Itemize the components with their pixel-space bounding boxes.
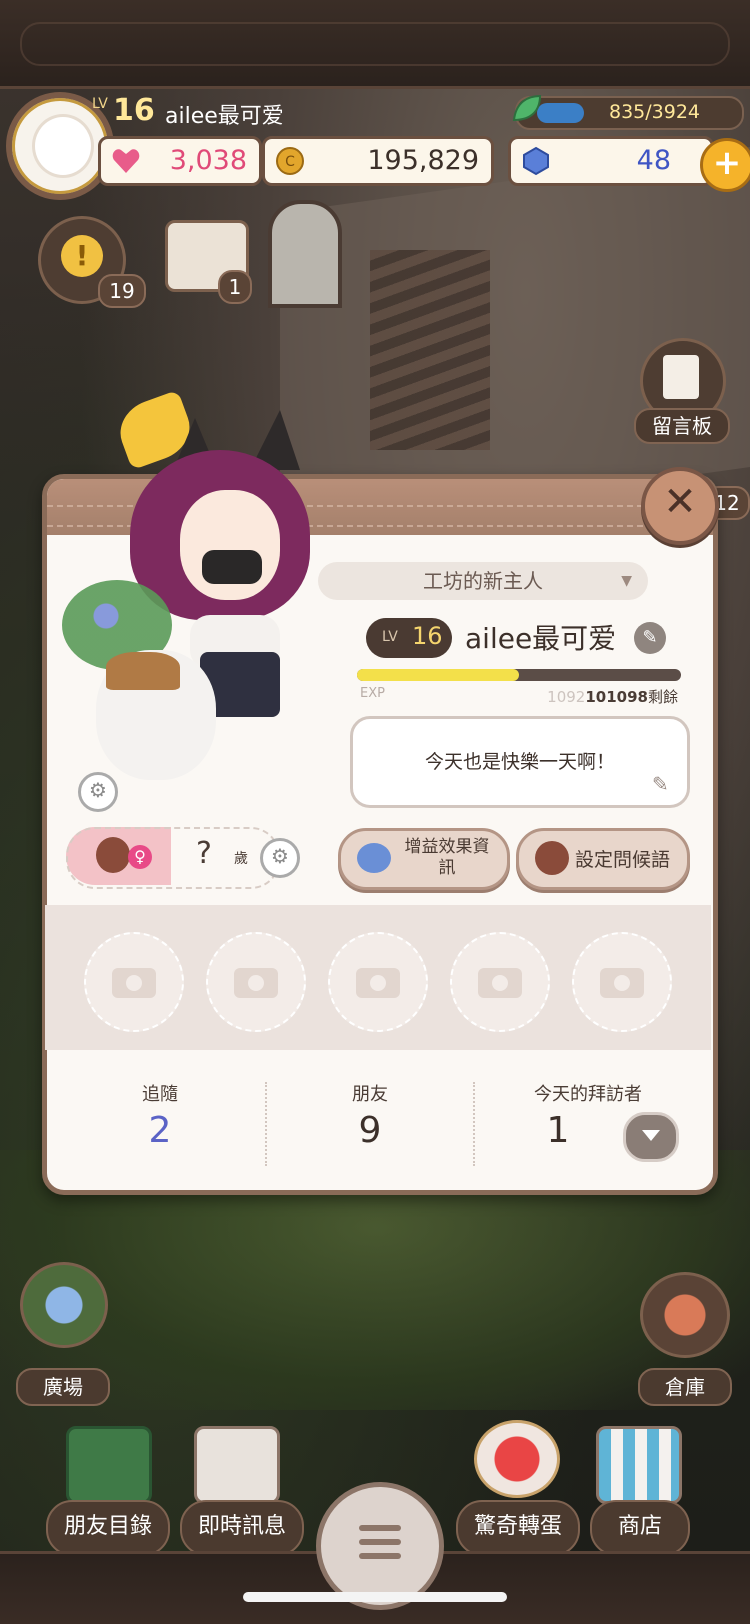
- character-settings-button[interactable]: ⚙: [78, 772, 118, 812]
- close-icon: ✕: [663, 479, 697, 525]
- instant-message-icon: [194, 1426, 280, 1504]
- photo-slot-5[interactable]: [572, 932, 672, 1032]
- exp-remaining: 1092101098剩餘: [547, 686, 678, 707]
- edit-name-button[interactable]: ✎: [634, 622, 666, 654]
- chevron-down-icon: ▼: [621, 573, 632, 589]
- exp-remaining-number: 101098: [585, 688, 648, 706]
- visitors-label: 今天的拜訪者: [534, 1084, 642, 1105]
- hearts-value: 3,038: [169, 145, 247, 176]
- camera-icon: [478, 968, 522, 998]
- buff-info-button[interactable]: 增益效果資訊: [338, 828, 510, 890]
- nav-gacha[interactable]: 驚奇轉蛋: [456, 1500, 580, 1556]
- camera-icon: [234, 968, 278, 998]
- staircase: [370, 250, 490, 450]
- gear-icon: ⚙: [89, 778, 107, 802]
- photo-slot-2[interactable]: [206, 932, 306, 1032]
- camera-icon: [112, 968, 156, 998]
- set-greeting-label: 設定問候語: [575, 849, 671, 871]
- profile-level-value: 16: [412, 622, 443, 650]
- gems-counter[interactable]: 48: [508, 136, 714, 186]
- gem-icon: [523, 146, 549, 176]
- profile-level-prefix: LV: [382, 629, 398, 645]
- exp-label: EXP: [360, 686, 385, 701]
- svg-text:C: C: [285, 154, 295, 170]
- follow-value[interactable]: 2: [60, 1110, 260, 1151]
- heart-icon: [112, 149, 140, 173]
- title-dropdown[interactable]: 工坊的新主人 ▼: [318, 562, 648, 600]
- set-greeting-button[interactable]: 設定問候語: [516, 828, 690, 890]
- stats-divider-1: [265, 1082, 267, 1166]
- gems-value: 48: [636, 145, 671, 176]
- energy-bar: 835/3924: [515, 96, 744, 130]
- player-level: 16: [113, 93, 155, 128]
- plaza-button[interactable]: [20, 1262, 108, 1348]
- player-name: ailee最可爱: [165, 104, 284, 129]
- pencil-icon: ✎: [642, 627, 658, 648]
- paper-icon: [663, 355, 699, 399]
- greeting-text: 今天也是快樂一天啊！: [424, 751, 615, 773]
- age-value: ?: [196, 836, 212, 871]
- pet-hat: [106, 652, 180, 690]
- home-indicator[interactable]: [243, 1592, 507, 1602]
- message-board-label[interactable]: 留言板: [634, 408, 730, 444]
- nav-shop[interactable]: 商店: [590, 1500, 690, 1556]
- level-prefix: LV: [92, 96, 108, 112]
- nav-instant-message[interactable]: 即時訊息: [180, 1500, 304, 1556]
- buff-info-label: 增益效果資訊: [404, 837, 490, 878]
- age-settings-button[interactable]: ⚙: [260, 838, 300, 878]
- greeting-bubble[interactable]: 今天也是快樂一天啊！: [350, 716, 690, 808]
- close-button[interactable]: ✕: [641, 467, 719, 545]
- photo-slot-3[interactable]: [328, 932, 428, 1032]
- profile-name: ailee最可爱: [465, 622, 617, 655]
- hearts-counter[interactable]: 3,038: [98, 136, 262, 186]
- photo-slot-1[interactable]: [84, 932, 184, 1032]
- coins-counter[interactable]: C 195,829: [262, 136, 494, 186]
- camera-icon: [356, 968, 400, 998]
- buff-icon: [357, 843, 391, 873]
- nav-friends-list[interactable]: 朋友目錄: [46, 1500, 170, 1556]
- exp-faded-number: 1092: [547, 688, 586, 706]
- edit-greeting-icon[interactable]: ✎: [652, 772, 669, 796]
- profile-exp-bar: [357, 669, 681, 681]
- window: [268, 200, 342, 308]
- visitors-expand-button[interactable]: [623, 1112, 679, 1162]
- menu-line-icon: [359, 1525, 401, 1531]
- coins-value: 195,829: [367, 145, 479, 176]
- camera-icon: [600, 968, 644, 998]
- shop-icon: [596, 1426, 682, 1504]
- calendar-count-badge: 1: [218, 270, 252, 304]
- menu-line-icon: [359, 1539, 401, 1545]
- leaf-icon: [512, 94, 542, 122]
- age-unit: 歲: [234, 851, 248, 867]
- friends-value[interactable]: 9: [270, 1110, 470, 1151]
- gear-icon: ⚙: [271, 844, 289, 868]
- gacha-icon: [474, 1420, 560, 1498]
- profile-exp-fill: [357, 669, 519, 681]
- greeting-face-icon: [535, 841, 569, 875]
- plaza-label[interactable]: 廣場: [16, 1368, 110, 1406]
- friends-label: 朋友: [352, 1084, 388, 1105]
- top-frame: [0, 0, 750, 89]
- exp-remaining-suffix: 剩餘: [647, 688, 678, 706]
- mask: [202, 550, 262, 584]
- menu-line-icon: [359, 1553, 401, 1559]
- main-menu-button[interactable]: [316, 1482, 444, 1610]
- energy-text: 835/3924: [608, 101, 701, 123]
- warehouse-label[interactable]: 倉庫: [638, 1368, 732, 1406]
- follow-label: 追隨: [142, 1084, 178, 1105]
- alert-count-badge: 19: [98, 274, 146, 308]
- photo-slot-4[interactable]: [450, 932, 550, 1032]
- coin-icon: C: [276, 147, 304, 175]
- profile-level-pill: LV 16: [366, 618, 452, 658]
- exclamation-icon: !: [61, 235, 103, 277]
- warehouse-button[interactable]: [640, 1272, 730, 1358]
- add-gems-button[interactable]: +: [700, 138, 750, 192]
- friends-list-icon: [66, 1426, 152, 1504]
- title-text: 工坊的新主人: [423, 569, 543, 593]
